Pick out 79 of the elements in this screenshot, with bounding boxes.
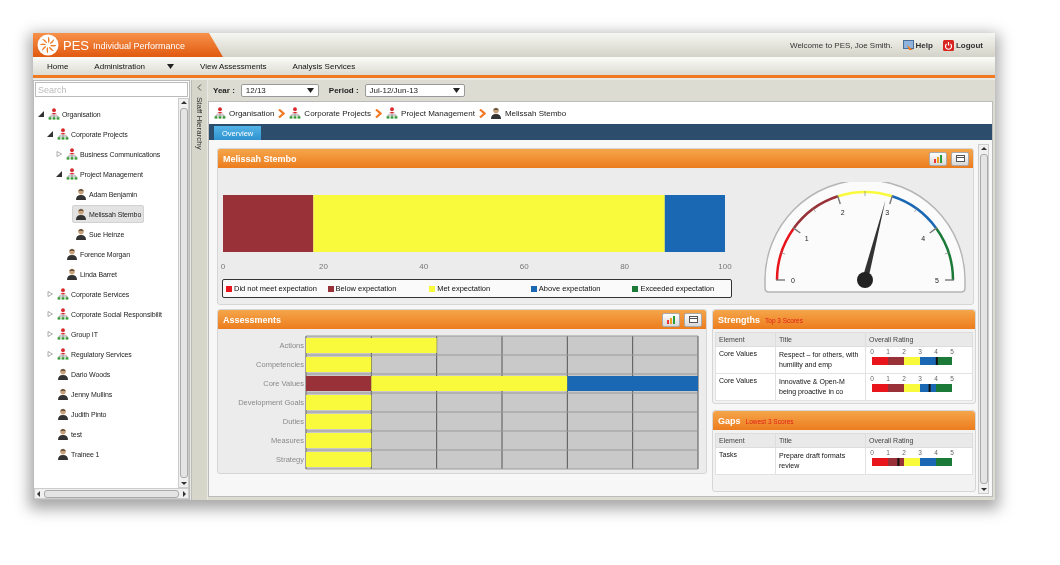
org-chart-icon [48,108,60,120]
field-label: Period : [328,86,359,95]
chart-view-button[interactable] [662,312,680,327]
expand-arrow-icon[interactable] [56,171,62,177]
chart-bar [306,452,372,467]
org-chart-icon [66,148,78,160]
panel-title: Assessments [223,314,282,325]
table-view-button[interactable] [684,312,702,327]
collapse-chevron-icon[interactable] [197,84,202,91]
panel-title: Strengths [718,314,760,325]
org-chart-icon [57,288,69,300]
breadcrumb-link[interactable]: Melissah Stembo [504,108,567,118]
table-icon [688,316,698,323]
expand-arrow-icon[interactable] [47,131,53,137]
person-icon [57,428,69,440]
table-icon [955,155,965,162]
search-field[interactable]: Search [35,82,188,97]
axis-tick-label: 40 [419,262,429,271]
power-icon [942,39,954,51]
menu-item[interactable]: Analysis Services [292,61,356,71]
axis-tick-label: 60 [519,262,529,271]
chart-bar [306,357,372,372]
person-icon [57,408,69,420]
field-label: Year : [213,86,235,95]
chart-bar [306,414,372,429]
org-chart-icon [57,308,69,320]
menu-item[interactable]: View Assessments [200,61,267,71]
header-link[interactable]: Logout [955,40,983,50]
org-chart-icon [386,107,399,119]
axis-tick-label: 80 [620,262,630,271]
person-icon [489,107,502,119]
app-name: PES [63,37,89,53]
table-view-button[interactable] [951,151,969,166]
person-icon [66,248,78,260]
chart-bar [306,395,372,410]
org-chart-icon [57,328,69,340]
breadcrumb-link[interactable]: Project Management [401,108,475,118]
axis-tick-label: 100 [718,262,732,271]
axis-tick-label: 20 [318,262,328,271]
panel-title: Melissah Stembo [223,153,297,164]
person-icon [75,208,87,220]
chevron-icon [375,108,383,118]
chevron-icon [278,108,286,118]
scrollbar[interactable] [34,488,189,499]
chart-bar [306,433,372,448]
panel-title: Gaps [718,415,741,426]
org-chart-icon [57,128,69,140]
chart-icon [933,154,943,163]
menu-item[interactable]: Home [47,61,69,71]
person-icon [57,448,69,460]
scrollbar[interactable] [178,98,189,488]
org-chart-icon [57,348,69,360]
scrollbar[interactable] [978,144,989,494]
header-link[interactable]: Help [915,40,933,50]
caret-icon [306,88,314,93]
axis-tick-label: 0 [220,262,226,271]
person-icon [66,268,78,280]
org-chart-icon [214,107,226,119]
panel-title: Staff Hierarchy [195,97,204,150]
chart-view-button[interactable] [929,151,947,166]
person-icon [75,228,87,240]
org-chart-icon [289,107,302,119]
person-icon [57,388,69,400]
breadcrumb-link[interactable]: Corporate Projects [304,108,372,118]
person-icon [75,188,87,200]
logo-icon [37,34,59,56]
welcome-text: Welcome to PES, Joe Smith. [790,40,893,50]
app-subtitle: Individual Performance [93,41,186,51]
person-icon [57,368,69,380]
expand-arrow-icon[interactable] [38,111,44,117]
chevron-icon [478,108,486,118]
org-chart-icon [66,168,78,180]
help-icon [902,39,914,51]
period-dropdown[interactable]: Jul-12/Jun-13 [364,84,465,97]
menu-item[interactable]: Administration [94,61,146,71]
caret-icon [452,88,460,93]
chart-icon [666,315,676,324]
breadcrumb-link[interactable]: Organisation [229,108,275,118]
year-dropdown[interactable]: 12/13 [240,84,319,97]
